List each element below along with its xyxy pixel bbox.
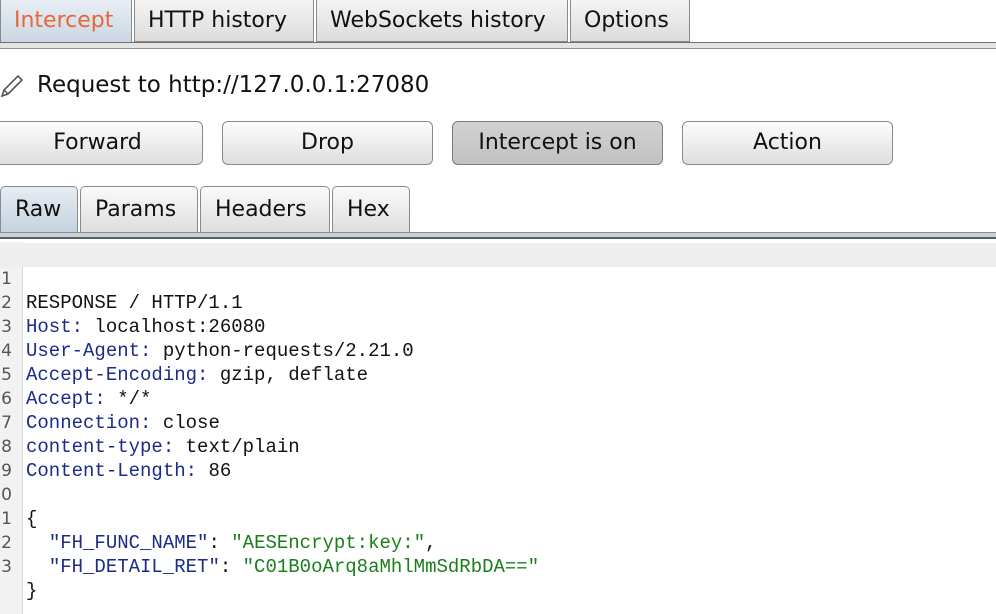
editor-line: 2 "FH_DETAIL_RET": "C01B0oArq8aMhlMmSdRb… [0,507,996,578]
tab-raw[interactable]: Raw [0,186,78,234]
json-string-value: "C01B0oArq8aMhlMmSdRbDA==" [242,556,540,578]
editor-line: 4 Accept-Encoding: gzip, deflate [0,315,996,386]
body-brace-close: } [26,580,38,602]
editor-line: 1 "FH_FUNC_NAME": "AESEncrypt:key:", [0,483,996,554]
tab-http-history[interactable]: HTTP history [134,0,314,42]
tab-params[interactable]: Params [80,186,198,232]
editor-line: 7 content-type: text/plain [0,387,996,458]
json-key: "FH_DETAIL_RET" [48,556,220,578]
editor-line: 5 Accept: */* [0,339,996,410]
editor-line: 3 User-Agent: python-requests/2.21.0 [0,291,996,362]
tab-intercept[interactable]: Intercept [0,0,132,44]
request-target-row: Request to http://127.0.0.1:27080 [0,60,996,116]
editor-line: 8 Content-Length: 86 [0,411,996,482]
pencil-icon [0,74,24,98]
editor-line: 1 RESPONSE / HTTP/1.1 [0,243,996,314]
request-target-label: Request to http://127.0.0.1:27080 [37,72,430,98]
tab-options[interactable]: Options [570,0,690,42]
tab-websockets-history[interactable]: WebSockets history [316,0,568,42]
editor-line: 2 Host: localhost:26080 [0,267,996,338]
line-number: 3 [1,557,12,577]
proxy-tab-bar: Intercept HTTP history WebSockets histor… [0,0,996,44]
intercept-toggle-button[interactable]: Intercept is on [452,121,663,165]
forward-button[interactable]: Forward [0,121,203,165]
drop-button[interactable]: Drop [222,121,433,165]
raw-message-editor[interactable]: 1 RESPONSE / HTTP/1.1 2 Host: localhost:… [0,242,996,614]
editor-line: 0 { [0,459,996,530]
tab-hex[interactable]: Hex [332,186,410,232]
json-entry: "FH_DETAIL_RET": "C01B0oArq8aMhlMmSdRbDA… [48,556,540,578]
editor-line: 6 Connection: close [0,363,996,434]
editor-line: 9 [0,435,996,481]
tab-headers[interactable]: Headers [200,186,330,232]
action-button[interactable]: Action [682,121,893,165]
burp-proxy-window: Intercept HTTP history WebSockets histor… [0,0,996,614]
editor-tabs-divider [0,237,996,239]
tab-bar-divider-lower [0,48,996,49]
message-editor-tabs: Raw Params Headers Hex [0,186,996,240]
editor-line: 3 } [0,531,996,602]
